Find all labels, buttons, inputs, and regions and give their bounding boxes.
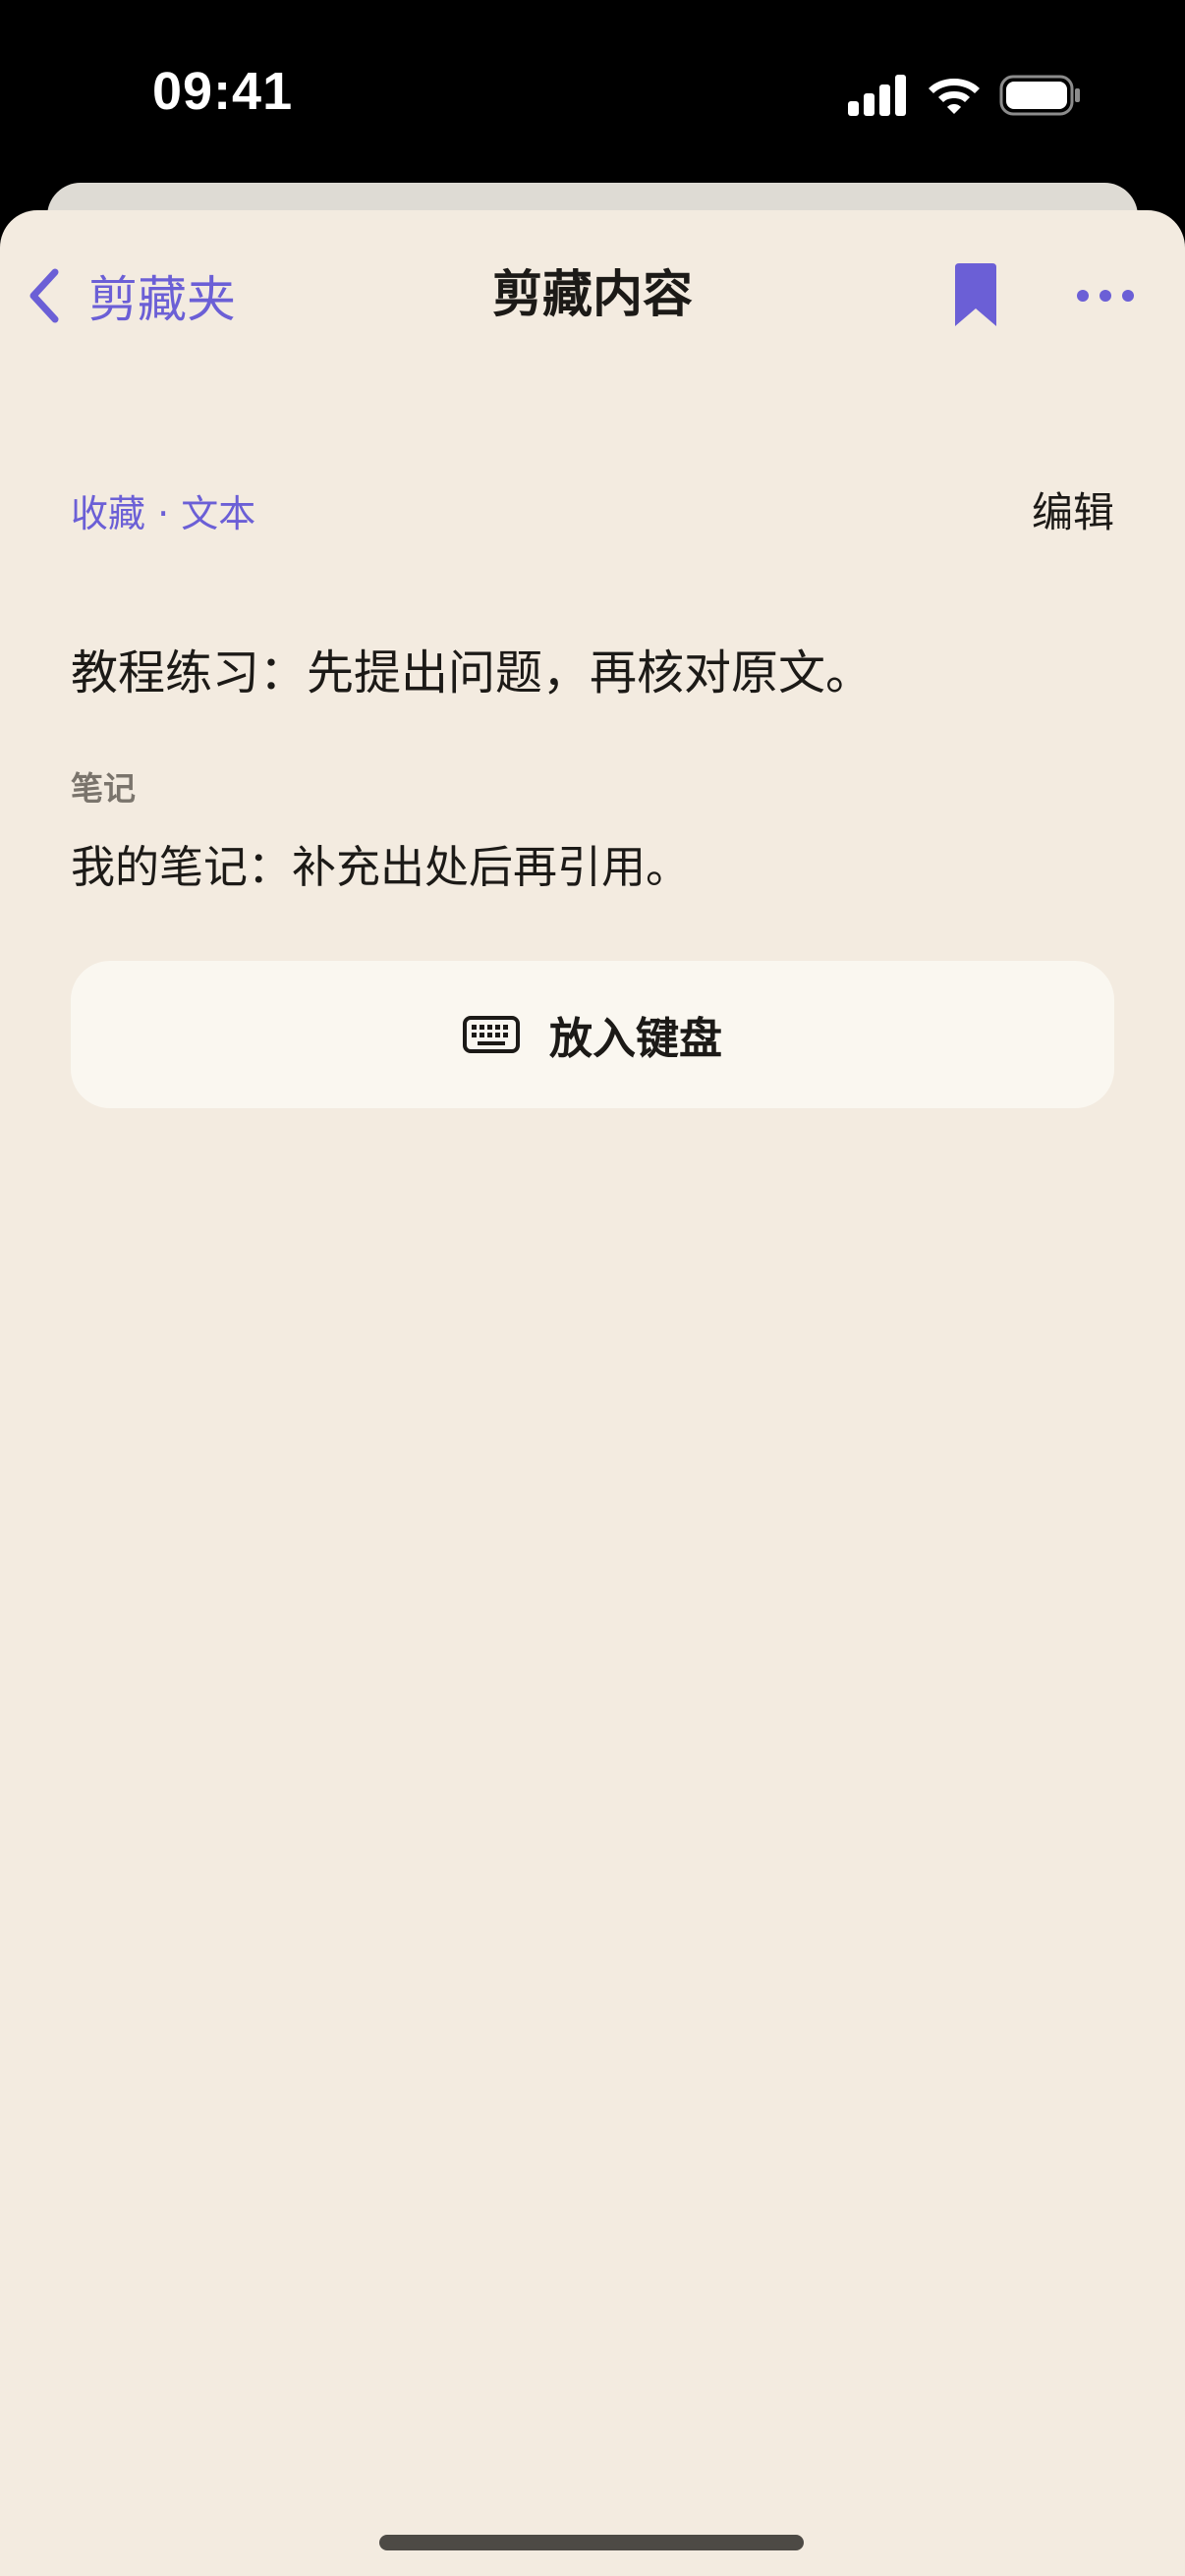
page-title: 剪藏内容 xyxy=(491,266,693,324)
bookmark-icon[interactable] xyxy=(951,263,1000,328)
home-indicator[interactable] xyxy=(379,2535,804,2550)
note-text: 我的笔记：补充出处后再引用。 xyxy=(71,841,691,893)
wifi-icon xyxy=(929,79,980,114)
clip-detail-sheet xyxy=(0,210,1185,2576)
edit-button[interactable]: 编辑 xyxy=(1032,485,1114,540)
insert-into-keyboard-label: 放入键盘 xyxy=(549,1014,722,1064)
more-options-icon[interactable] xyxy=(1075,277,1136,314)
cellular-signal-icon xyxy=(848,75,906,116)
keyboard-icon xyxy=(463,1016,520,1053)
note-heading: 笔记 xyxy=(71,769,136,808)
battery-icon xyxy=(999,75,1080,116)
clip-text: 教程练习：先提出问题，再核对原文。 xyxy=(71,645,874,700)
insert-into-keyboard-button[interactable]: 放入键盘 xyxy=(71,961,1114,1108)
clip-meta-label: 收藏 · 文本 xyxy=(71,492,256,535)
status-time: 09:41 xyxy=(152,62,294,121)
status-bar: 09:41 xyxy=(0,0,1185,187)
